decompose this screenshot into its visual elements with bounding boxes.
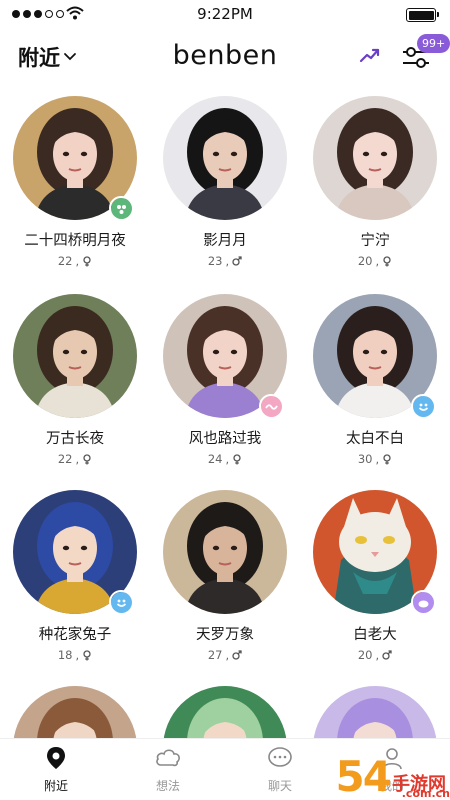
chat-bubble-icon [268,747,292,767]
female-icon [233,453,241,464]
trending-up-icon[interactable] [359,46,381,64]
male-icon [232,650,242,660]
user-meta: 22, [0,254,150,268]
user-age: 30 [357,452,373,466]
avatar-illustration [163,490,287,614]
status-indicator-icon [413,592,434,613]
avatar[interactable] [313,96,437,220]
avatar-illustration [313,96,437,220]
female-icon [383,255,391,266]
user-name: 白老大 [353,627,397,643]
user-age: 20 [357,648,373,662]
gender-icon [82,649,92,661]
avatar[interactable] [163,96,287,220]
watermark-number: 54 [335,752,392,800]
user-name: 风也路过我 [188,431,262,447]
user-name: 种花家兔子 [38,627,112,643]
avatar-illustration [13,294,137,418]
user-card[interactable]: 万古长夜 22, [0,294,150,466]
battery-icon [406,8,439,22]
male-icon [232,256,242,266]
user-age: 22 [57,254,73,268]
notification-badge: 99+ [417,34,450,53]
status-indicator [109,196,133,220]
tab-label: 附近 [43,779,68,793]
status-bar: 9:22PM [0,0,450,30]
status-indicator-icon [111,592,132,613]
user-age: 20 [357,254,373,268]
female-icon [83,255,91,266]
gender-icon [232,256,242,266]
status-indicator-icon [111,198,132,219]
user-name: 影月月 [203,233,247,249]
user-meta: 27, [150,648,300,662]
female-icon [83,453,91,464]
gender-icon [382,453,392,465]
tab-label: 聊天 [267,779,292,793]
user-card[interactable]: 天罗万象 27, [150,490,300,662]
avatar[interactable] [163,490,287,614]
user-meta: 30, [300,452,450,466]
location-pin-icon [47,747,65,769]
user-age: 23 [207,254,223,268]
user-card[interactable]: 太白不白 30, [300,294,450,466]
user-meta: 24, [150,452,300,466]
gender-icon [82,453,92,465]
user-age: 24 [207,452,223,466]
gender-icon [82,255,92,267]
status-indicator [411,590,435,614]
status-indicator [411,394,435,418]
status-indicator [259,394,283,418]
gender-icon [232,453,242,465]
tab-thoughts[interactable]: 想法 [112,745,224,794]
tab-nearby[interactable]: 附近 [0,745,112,794]
gender-icon [382,255,392,267]
user-card[interactable]: 影月月 23, [150,96,300,268]
user-name: 万古长夜 [46,431,104,447]
user-meta: 20, [300,648,450,662]
user-age: 18 [57,648,73,662]
user-name: 天罗万象 [196,627,254,643]
male-icon [382,650,392,660]
tab-label: 想法 [155,779,180,793]
user-name: 二十四桥明月夜 [24,233,126,249]
avatar[interactable] [13,294,137,418]
user-age: 22 [57,452,73,466]
status-indicator-icon [261,396,282,417]
status-indicator [109,590,133,614]
status-indicator-icon [413,396,434,417]
watermark-url: .com.cn [401,787,450,800]
user-card[interactable]: 种花家兔子 18, [0,490,150,662]
user-card[interactable]: 宁泞 20, [300,96,450,268]
user-card[interactable]: 白老大 20, [300,490,450,662]
status-time: 9:22PM [197,5,253,23]
user-meta: 22, [0,452,150,466]
user-meta: 18, [0,648,150,662]
user-meta: 23, [150,254,300,268]
user-meta: 20, [300,254,450,268]
cloud-icon [156,749,180,767]
user-card[interactable]: 二十四桥明月夜 22, [0,96,150,268]
user-age: 27 [207,648,223,662]
user-card[interactable]: 风也路过我 24, [150,294,300,466]
app-logo: benben [172,40,278,71]
gender-icon [382,650,392,660]
app-header: 附近 benben 99+ [0,34,450,82]
tab-chat[interactable]: 聊天 [224,745,336,794]
avatar-illustration [163,96,287,220]
female-icon [383,453,391,464]
bottom-tab-bar: 附近 想法 聊天 我的 54 手游网 .com.cn [0,738,450,800]
user-name: 宁泞 [360,233,390,249]
female-icon [83,649,91,660]
user-name: 太白不白 [346,431,404,447]
gender-icon [232,650,242,660]
